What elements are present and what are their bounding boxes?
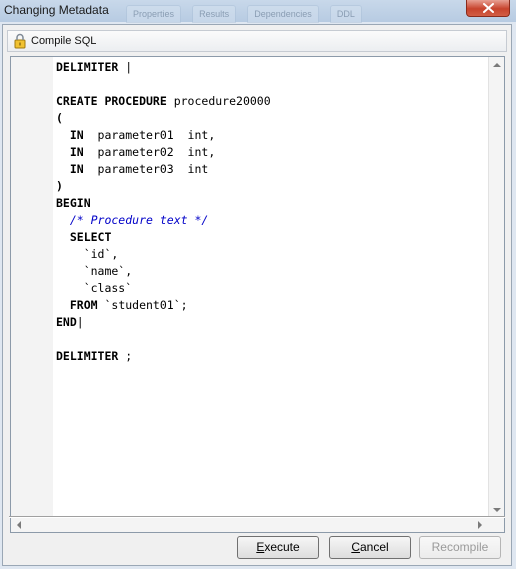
code-line: `class`	[56, 280, 271, 297]
code-text: `name`,	[56, 264, 133, 278]
title-bar[interactable]: Changing Metadata Properties Results Dep…	[0, 0, 516, 23]
code-text: |	[118, 60, 133, 74]
code-line: END|	[56, 314, 271, 331]
scroll-up-icon[interactable]	[493, 63, 501, 67]
dialog-body: Compile SQL DELIMITER | CREATE PROCEDURE …	[2, 24, 512, 566]
code-line: `id`,	[56, 246, 271, 263]
compile-sql-button[interactable]: Compile SQL	[11, 32, 100, 50]
execute-label-post: xecute	[264, 540, 300, 554]
code-line: BEGIN	[56, 195, 271, 212]
code-area[interactable]: DELIMITER | CREATE PROCEDURE procedure200…	[56, 59, 271, 365]
background-tab: Results	[192, 5, 237, 23]
cancel-button[interactable]: Cancel	[329, 536, 411, 559]
horizontal-scrollbar[interactable]	[11, 516, 504, 532]
code-keyword: BEGIN	[56, 196, 91, 210]
scroll-left-icon[interactable]	[17, 521, 21, 529]
code-keyword: DELIMITER	[56, 349, 119, 363]
code-text: parameter01 int,	[83, 128, 216, 142]
code-line: /* Procedure text */	[56, 212, 271, 229]
code-text: `id`,	[56, 247, 119, 261]
code-text: parameter03 int	[83, 162, 209, 176]
code-line: FROM `student01`;	[56, 297, 271, 314]
code-line: DELIMITER |	[56, 59, 271, 76]
code-line: DELIMITER ;	[56, 348, 271, 365]
toolbar: Compile SQL	[7, 30, 507, 52]
code-line: (	[56, 110, 271, 127]
code-comment: /* Procedure text */	[56, 213, 209, 227]
code-text: `class`	[56, 281, 133, 295]
close-button[interactable]	[466, 0, 510, 17]
code-keyword: FROM	[56, 298, 98, 312]
code-keyword: CREATE PROCEDURE	[56, 94, 167, 108]
window-title: Changing Metadata	[4, 3, 109, 17]
background-tab: Dependencies	[247, 5, 319, 23]
code-line: )	[56, 178, 271, 195]
code-line: `name`,	[56, 263, 271, 280]
code-keyword: (	[56, 111, 63, 125]
scroll-down-icon[interactable]	[493, 508, 501, 512]
changing-metadata-window: Changing Metadata Properties Results Dep…	[0, 0, 516, 569]
code-text: parameter02 int,	[83, 145, 216, 159]
code-keyword: )	[56, 179, 63, 193]
code-keyword: SELECT	[56, 230, 112, 244]
code-text: procedure20000	[166, 94, 271, 108]
cancel-label-post: ancel	[359, 540, 389, 554]
code-line: IN parameter02 int,	[56, 144, 271, 161]
code-line: IN parameter03 int	[56, 161, 271, 178]
code-keyword: DELIMITER	[56, 60, 119, 74]
code-keyword: END	[56, 315, 77, 329]
divider	[9, 516, 505, 518]
recompile-button[interactable]: Recompile	[419, 536, 501, 559]
code-text: |	[76, 315, 84, 329]
scroll-right-icon[interactable]	[478, 521, 482, 529]
code-text: ;	[118, 349, 133, 363]
code-keyword: IN	[56, 162, 84, 176]
code-line: IN parameter01 int,	[56, 127, 271, 144]
cancel-label-accel: C	[351, 540, 360, 554]
code-line: SELECT	[56, 229, 271, 246]
vertical-scrollbar[interactable]	[488, 57, 504, 518]
execute-button[interactable]: Execute	[237, 536, 319, 559]
code-keyword: IN	[56, 145, 84, 159]
lock-icon	[14, 33, 26, 49]
code-line: CREATE PROCEDURE procedure20000	[56, 93, 271, 110]
editor-gutter	[11, 57, 53, 518]
sql-editor[interactable]: DELIMITER | CREATE PROCEDURE procedure200…	[10, 56, 505, 533]
compile-sql-label: Compile SQL	[31, 35, 97, 47]
code-text: `student01`;	[97, 298, 188, 312]
close-icon	[483, 3, 494, 13]
background-tab: Properties	[126, 5, 182, 23]
background-tabs: Properties Results Dependencies DDL	[126, 2, 368, 23]
background-tab: DDL	[329, 5, 362, 23]
code-keyword: IN	[56, 128, 84, 142]
